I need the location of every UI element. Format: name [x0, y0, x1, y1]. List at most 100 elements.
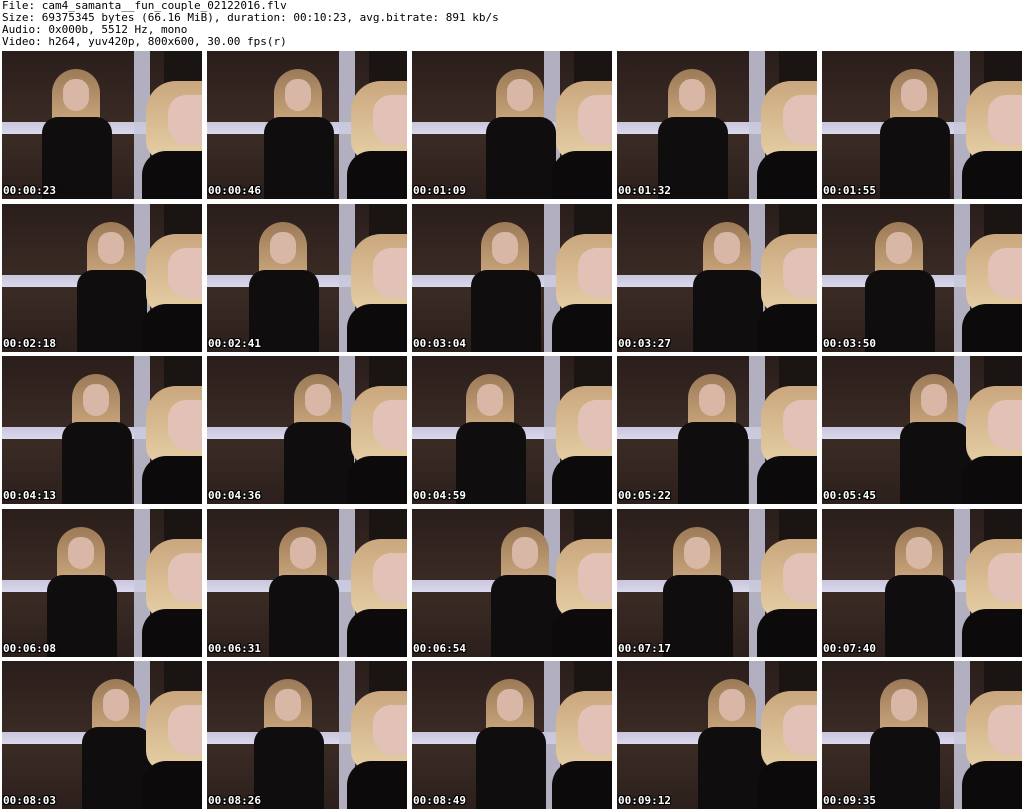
closeup-body: [757, 151, 817, 199]
frame-timestamp: 00:01:09: [413, 184, 466, 197]
frame-person-figure: [254, 679, 324, 809]
video-frame-thumbnail: 00:02:18: [2, 203, 202, 352]
frame-timestamp: 00:08:03: [3, 794, 56, 807]
frame-timestamp: 00:04:36: [208, 489, 261, 502]
frame-person-figure: [865, 221, 935, 352]
closeup-body: [142, 608, 202, 657]
video-frame-thumbnail: 00:04:59: [412, 356, 612, 504]
frame-timestamp: 00:03:50: [823, 336, 876, 350]
video-frame-thumbnail: 00:03:50: [822, 203, 1022, 352]
closeup-face: [168, 95, 202, 145]
figure-body: [486, 117, 556, 199]
closeup-body: [142, 303, 202, 352]
closeup-body: [552, 456, 612, 504]
closeup-face: [373, 705, 407, 755]
figure-body: [47, 574, 117, 657]
video-frame-thumbnail: 00:08:49: [412, 661, 612, 809]
closeup-face: [783, 95, 817, 145]
frame-person-figure: [880, 69, 950, 199]
closeup-face: [783, 247, 817, 298]
frame-person-figure: [62, 374, 132, 504]
closeup-body: [142, 151, 202, 199]
figure-body: [456, 422, 526, 504]
closeup-face: [988, 705, 1022, 755]
file-info-header: File: cam4_samanta__fun_couple_02122016.…: [2, 0, 1022, 50]
frame-person-figure: [42, 69, 112, 199]
closeup-face: [988, 552, 1022, 603]
video-frame-thumbnail: 00:09:12: [617, 661, 817, 809]
video-frame-thumbnail: 00:03:27: [617, 203, 817, 352]
frame-closeup-figure: [552, 81, 612, 199]
closeup-face: [578, 95, 612, 145]
frame-timestamp: 00:04:13: [3, 489, 56, 502]
frame-timestamp: 00:08:49: [413, 794, 466, 807]
figure-face: [497, 689, 523, 721]
figure-body: [885, 574, 955, 657]
figure-face: [290, 536, 316, 569]
video-frame-thumbnail: 00:08:03: [2, 661, 202, 809]
closeup-body: [757, 761, 817, 809]
frame-closeup-figure: [552, 386, 612, 504]
frame-person-figure: [471, 221, 541, 352]
figure-body: [678, 422, 748, 504]
closeup-body: [757, 303, 817, 352]
figure-face: [719, 689, 745, 721]
figure-body: [693, 269, 763, 352]
closeup-body: [142, 456, 202, 504]
frame-timestamp: 00:07:17: [618, 641, 671, 655]
frame-closeup-figure: [347, 386, 407, 504]
figure-body: [62, 422, 132, 504]
video-frame-thumbnail: 00:00:23: [2, 51, 202, 199]
frame-person-figure: [885, 526, 955, 657]
frame-timestamp: 00:03:04: [413, 336, 466, 350]
figure-body: [870, 727, 940, 809]
frame-timestamp: 00:09:12: [618, 794, 671, 807]
figure-face: [68, 536, 94, 569]
frame-closeup-figure: [757, 81, 817, 199]
frame-timestamp: 00:09:35: [823, 794, 876, 807]
closeup-body: [552, 151, 612, 199]
figure-body: [254, 727, 324, 809]
thumbnail-grid: 00:00:23 00:00:46 00:01:09 00:01:32 00:01:55…: [2, 51, 1022, 809]
frame-person-figure: [284, 374, 354, 504]
closeup-face: [783, 400, 817, 450]
frame-timestamp: 00:05:22: [618, 489, 671, 502]
frame-timestamp: 00:06:08: [3, 641, 56, 655]
closeup-face: [578, 247, 612, 298]
frame-person-figure: [678, 374, 748, 504]
video-frame-thumbnail: 00:07:17: [617, 508, 817, 657]
closeup-face: [783, 705, 817, 755]
frame-closeup-figure: [552, 691, 612, 809]
closeup-face: [783, 552, 817, 603]
figure-body: [900, 422, 970, 504]
frame-closeup-figure: [757, 538, 817, 657]
closeup-body: [347, 151, 407, 199]
figure-face: [714, 231, 740, 264]
frame-timestamp: 00:02:18: [3, 336, 56, 350]
figure-face: [512, 536, 538, 569]
figure-body: [663, 574, 733, 657]
frame-person-figure: [264, 69, 334, 199]
figure-face: [507, 79, 533, 111]
frame-timestamp: 00:08:26: [208, 794, 261, 807]
frame-person-figure: [491, 526, 561, 657]
frame-closeup-figure: [142, 81, 202, 199]
video-frame-thumbnail: 00:09:35: [822, 661, 1022, 809]
frame-closeup-figure: [962, 233, 1022, 352]
frame-person-figure: [693, 221, 763, 352]
video-frame-thumbnail: 00:05:45: [822, 356, 1022, 504]
video-frame-thumbnail: 00:08:26: [207, 661, 407, 809]
figure-body: [264, 117, 334, 199]
frame-closeup-figure: [347, 81, 407, 199]
frame-closeup-figure: [962, 538, 1022, 657]
figure-body: [476, 727, 546, 809]
figure-body: [491, 574, 561, 657]
closeup-face: [988, 247, 1022, 298]
figure-face: [98, 231, 124, 264]
frame-person-figure: [47, 526, 117, 657]
closeup-face: [168, 247, 202, 298]
closeup-body: [757, 456, 817, 504]
frame-closeup-figure: [142, 538, 202, 657]
frame-person-figure: [77, 221, 147, 352]
frame-closeup-figure: [552, 538, 612, 657]
